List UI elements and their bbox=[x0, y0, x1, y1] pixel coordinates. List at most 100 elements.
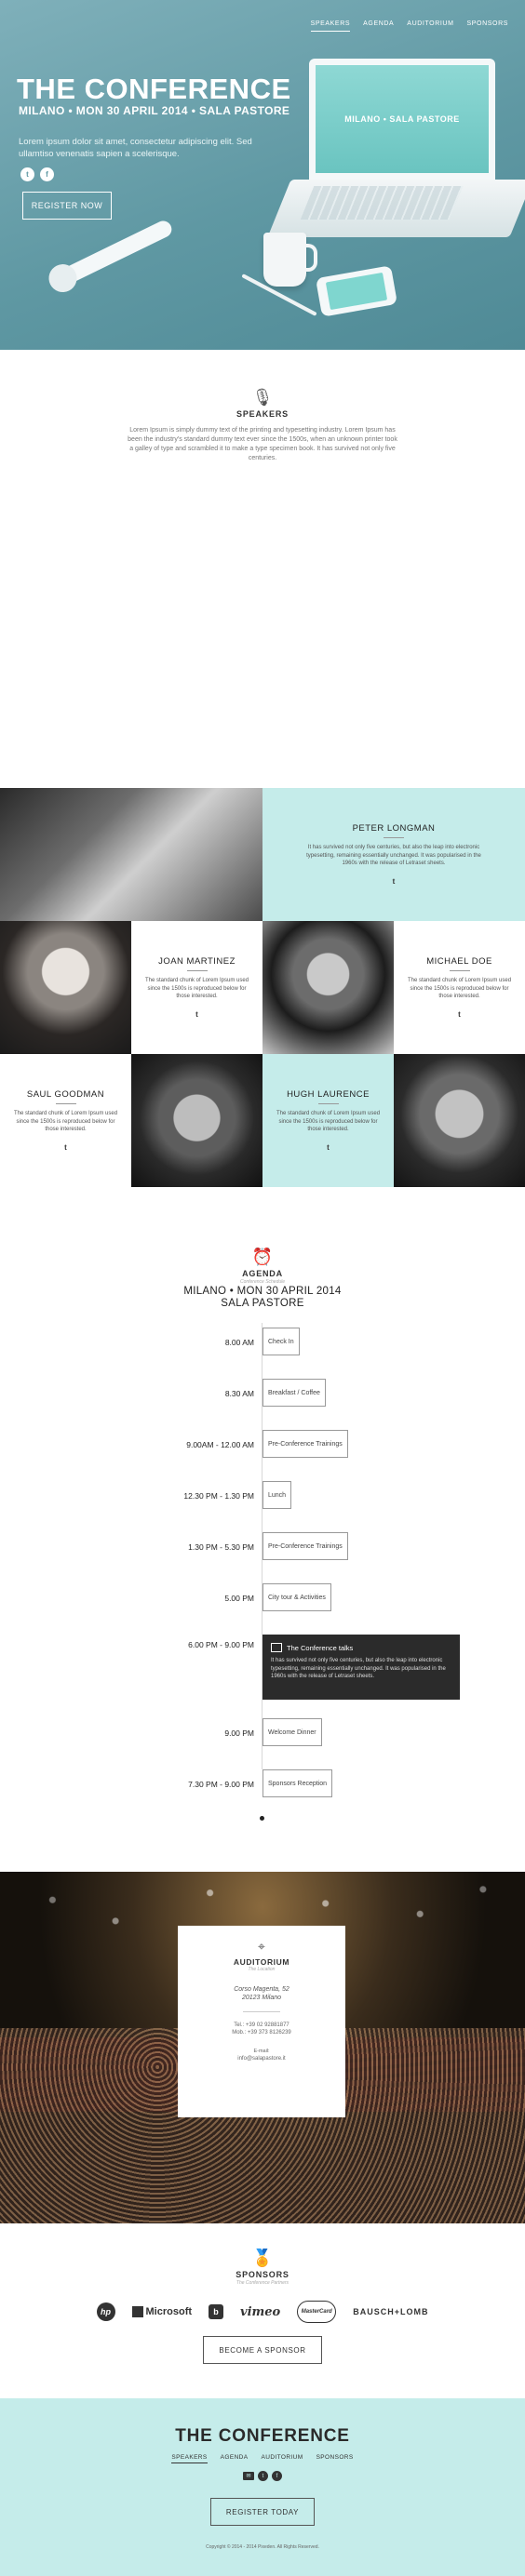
event-box[interactable]: City tour & Activities bbox=[262, 1583, 331, 1611]
nav-speakers[interactable]: SPEAKERS bbox=[310, 20, 351, 32]
speakers-intro: Lorem Ipsum is simply dummy text of the … bbox=[128, 427, 397, 461]
agenda-title: MILANO • MON 30 APRIL 2014 SALA PASTORE bbox=[0, 1286, 525, 1310]
top-nav: SPEAKERS AGENDA AUDITORIUM SPONSORS bbox=[310, 20, 508, 32]
sponsor-logo-bausch-lomb[interactable]: BAUSCH+LOMB bbox=[353, 2307, 428, 2316]
sponsor-logo-hp[interactable]: hp bbox=[96, 2302, 115, 2321]
event-box[interactable]: Lunch bbox=[262, 1481, 292, 1509]
footer-nav-speakers[interactable]: SPEAKERS bbox=[171, 2454, 208, 2463]
sponsor-logo-vimeo[interactable]: vimeo bbox=[240, 2305, 280, 2319]
footer-nav: SPEAKERS AGENDA AUDITORIUM SPONSORS bbox=[0, 2454, 525, 2463]
speaker-name: PETER LONGMAN bbox=[352, 823, 436, 834]
event-time: 1.30 PM - 5.30 PM bbox=[188, 1542, 254, 1552]
speaker-photo-hugh-laurence bbox=[394, 1054, 525, 1187]
speaker-bio: The standard chunk of Lorem Ipsum used s… bbox=[407, 978, 512, 1000]
sponsor-logo-microsoft[interactable]: Microsoft bbox=[131, 2306, 193, 2317]
register-now-button[interactable]: REGISTER NOW bbox=[22, 192, 112, 220]
microsoft-wordmark: Microsoft bbox=[145, 2306, 193, 2317]
nav-sponsors[interactable]: SPONSORS bbox=[467, 20, 508, 32]
hero-lead: Lorem ipsum dolor sit amet, consectetur … bbox=[19, 137, 252, 159]
sponsor-logo-blogger[interactable]: b bbox=[209, 2304, 224, 2319]
mastercard-logo: MasterCard bbox=[297, 2301, 337, 2323]
event-box[interactable]: Sponsors Reception bbox=[262, 1769, 333, 1797]
auditorium-card: ⌖ AUDITORIUM The Location Corso Magenta,… bbox=[178, 1926, 345, 2117]
footer-nav-agenda[interactable]: AGENDA bbox=[221, 2454, 249, 2463]
twitter-icon[interactable]: t bbox=[20, 167, 34, 181]
twitter-icon[interactable]: t bbox=[458, 1010, 461, 1019]
footer-nav-sponsors[interactable]: SPONSORS bbox=[316, 2454, 354, 2463]
footer-title: THE CONFERENCE bbox=[175, 2426, 350, 2446]
nav-agenda[interactable]: AGENDA bbox=[363, 20, 394, 32]
become-sponsor-button[interactable]: BECOME A SPONSOR bbox=[203, 2336, 322, 2364]
address-line1: Corso Magenta, 52 bbox=[234, 1986, 289, 1993]
event-box[interactable]: Pre-Conference Trainings bbox=[262, 1532, 348, 1560]
laptop-screen-image: MILANO • SALA PASTORE bbox=[309, 59, 495, 180]
event-box[interactable]: Check In bbox=[262, 1328, 300, 1355]
speaker-card-peter-longman: PETER LONGMAN It has survived not only f… bbox=[262, 788, 525, 921]
event-description: It has survived not only five centuries,… bbox=[271, 1658, 446, 1679]
event-box[interactable]: Pre-Conference Trainings bbox=[262, 1430, 348, 1458]
speaker-name: SAUL GOODMAN bbox=[26, 1089, 105, 1101]
sponsor-logo-mastercard[interactable]: MasterCard bbox=[297, 2301, 337, 2323]
address-line2: 20123 Milano bbox=[241, 1995, 282, 2001]
presentation-icon bbox=[271, 1643, 282, 1652]
speakers-heading: SPEAKERS bbox=[236, 409, 289, 419]
speaker-name: MICHAEL DOE bbox=[426, 956, 492, 968]
microphone-image bbox=[58, 218, 175, 287]
event-box[interactable]: Breakfast / Coffee bbox=[262, 1379, 326, 1407]
windows-icon bbox=[131, 2306, 143, 2317]
hero-subtitle: MILANO • MON 30 APRIL 2014 • SALA PASTOR… bbox=[19, 104, 290, 117]
facebook-icon[interactable]: f bbox=[40, 167, 54, 181]
sponsors-section: 🏅 SPONSORS The Conference Partners hp Mi… bbox=[0, 2223, 525, 2398]
event-time: 6.00 PM - 9.00 PM bbox=[188, 1640, 254, 1649]
speaker-name: JOAN MARTINEZ bbox=[158, 956, 236, 968]
blogger-logo: b bbox=[209, 2304, 224, 2319]
facebook-icon[interactable]: f bbox=[272, 2471, 282, 2481]
footer-nav-auditorium[interactable]: AUDITORIUM bbox=[262, 2454, 303, 2463]
footer-social: ✉ t f bbox=[0, 2471, 525, 2481]
auditorium-heading: AUDITORIUM bbox=[233, 1957, 290, 1967]
auditorium-email[interactable]: info@salapastore.it bbox=[178, 2055, 345, 2062]
speaker-photo-peter-longman bbox=[0, 788, 262, 921]
sponsors-tagline: The Conference Partners bbox=[236, 2280, 289, 2286]
event-time: 9.00AM - 12.00 AM bbox=[186, 1440, 254, 1449]
twitter-icon[interactable]: t bbox=[64, 1143, 67, 1152]
register-today-button[interactable]: REGISTER TODAY bbox=[210, 2498, 315, 2526]
event-time: 8.30 AM bbox=[224, 1389, 254, 1398]
event-time: 8.00 AM bbox=[224, 1338, 254, 1347]
auditorium-tagline: The Location bbox=[248, 1967, 276, 1972]
speaker-card-saul-goodman: SAUL GOODMAN The standard chunk of Lorem… bbox=[0, 1054, 131, 1187]
auditorium-mob: Mob.: +39 373 8126239 bbox=[232, 2030, 291, 2035]
microphone-icon: 🎙 bbox=[251, 388, 274, 407]
twitter-icon[interactable]: t bbox=[393, 877, 396, 886]
speaker-photo-saul-goodman bbox=[131, 1054, 262, 1187]
agenda-title-line2: SALA PASTORE bbox=[221, 1298, 304, 1309]
auditorium-email-label: E-mail: bbox=[253, 2049, 270, 2054]
agenda-section: ⏰ AGENDA Conference Schedule MILANO • MO… bbox=[0, 1187, 525, 1872]
hero-social: t f bbox=[20, 167, 54, 181]
laptop-screen-text: MILANO • SALA PASTORE bbox=[316, 65, 489, 173]
event-time: 5.00 PM bbox=[224, 1594, 254, 1603]
mug-image bbox=[263, 233, 317, 287]
event-time: 9.00 PM bbox=[224, 1728, 254, 1738]
alarm-clock-icon: ⏰ bbox=[251, 1248, 274, 1266]
event-time: 12.30 PM - 1.30 PM bbox=[183, 1491, 254, 1501]
twitter-icon[interactable]: t bbox=[258, 2471, 268, 2481]
event-box[interactable]: Welcome Dinner bbox=[262, 1718, 322, 1746]
speaker-card-hugh-laurence: HUGH LAURENCE The standard chunk of Lore… bbox=[262, 1054, 394, 1187]
twitter-icon[interactable]: t bbox=[195, 1010, 198, 1019]
event-box-featured[interactable]: The Conference talks It has survived not… bbox=[262, 1635, 460, 1700]
hp-logo: hp bbox=[96, 2302, 115, 2321]
auditorium-tel: Tel.: +39 02 92881877 bbox=[234, 2022, 289, 2028]
sponsor-logos: hp Microsoft b vimeo MasterCard BAUSCH+L… bbox=[0, 2301, 525, 2323]
event-title: The Conference talks bbox=[287, 1643, 354, 1652]
speaker-bio: The standard chunk of Lorem Ipsum used s… bbox=[144, 978, 249, 1000]
footer: THE CONFERENCE SPEAKERS AGENDA AUDITORIU… bbox=[0, 2398, 525, 2576]
twitter-icon[interactable]: t bbox=[327, 1143, 330, 1152]
email-icon[interactable]: ✉ bbox=[243, 2472, 254, 2480]
speaker-card-michael-doe: MICHAEL DOE The standard chunk of Lorem … bbox=[394, 921, 525, 1054]
sponsors-heading: SPONSORS bbox=[236, 2270, 289, 2279]
nav-auditorium[interactable]: AUDITORIUM bbox=[407, 20, 453, 32]
auditorium-address: Corso Magenta, 52 20123 Milano bbox=[178, 1985, 345, 2002]
speakers-section: 🎙 SPEAKERS Lorem Ipsum is simply dummy t… bbox=[0, 350, 525, 788]
event-time: 7.30 PM - 9.00 PM bbox=[188, 1780, 254, 1789]
